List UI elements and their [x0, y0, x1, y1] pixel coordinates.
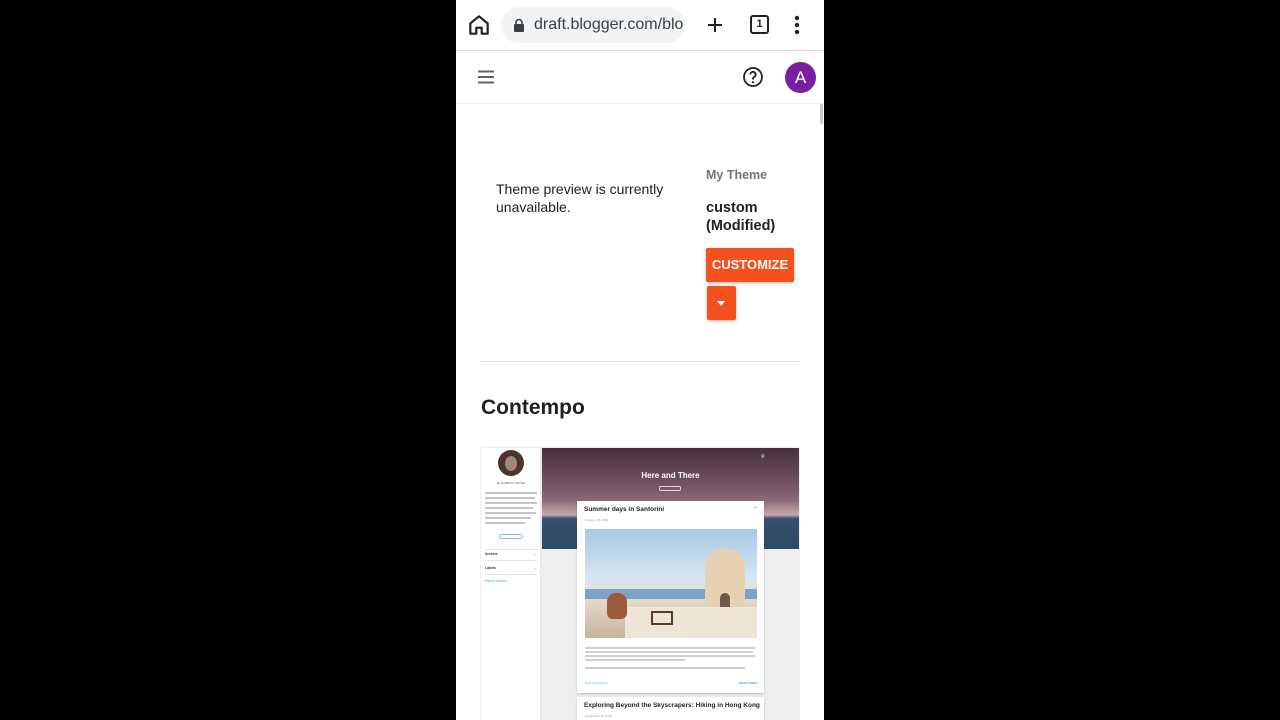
home-button[interactable] [466, 12, 492, 38]
more-vert-icon [794, 15, 800, 35]
scrollbar[interactable] [820, 104, 823, 124]
tab-count: 1 [756, 18, 763, 30]
share-icon: ⋖ [753, 505, 758, 511]
contempo-theme-thumbnail[interactable]: ELIZABETH ROSE Archive ⌄ Labels ⌄ Report… [481, 448, 799, 720]
theme-family-title: Contempo [481, 396, 585, 419]
hamburger-icon [478, 70, 494, 84]
thumbnail-post-image [585, 529, 757, 638]
help-icon [743, 67, 763, 87]
thumbnail-blog-title: Here and There [641, 471, 700, 480]
thumbnail-read-more: READ MORE [739, 681, 758, 685]
home-icon [469, 15, 489, 35]
blogger-header: A [456, 52, 824, 104]
caret-down-icon [717, 301, 725, 306]
current-theme-name: custom (Modified) [706, 200, 776, 234]
thumbnail-sidebar-labels: Labels [485, 566, 497, 570]
account-avatar[interactable]: A [785, 62, 816, 93]
thumbnail-post-card: Summer days in Santorini ⋖ October 18, 2… [577, 501, 764, 693]
thumbnail-report-link: Report Abuse [485, 579, 507, 583]
url-text: draft.blogger.com/blo [534, 16, 684, 33]
thumbnail-visit-profile-pill [499, 534, 523, 539]
nav-menu-button[interactable] [476, 68, 496, 86]
help-button[interactable] [741, 65, 765, 89]
new-tab-button[interactable] [703, 13, 727, 37]
section-divider [481, 361, 799, 362]
thumbnail-author-name: ELIZABETH ROSE [496, 481, 526, 485]
search-icon: ⚲ [761, 454, 765, 460]
share-icon: ⋖ [753, 701, 758, 707]
thumbnail-post-date: September 12, 2016 [585, 714, 613, 718]
theme-preview-message: Theme preview is currently unavailable. [496, 181, 664, 215]
thumbnail-post-title: Summer days in Santorini [584, 506, 665, 513]
address-bar[interactable]: draft.blogger.com/blo [501, 7, 685, 43]
thumbnail-post-date: October 18, 2016 [585, 518, 609, 522]
plus-icon [708, 18, 722, 32]
thumbnail-sidebar: ELIZABETH ROSE Archive ⌄ Labels ⌄ Report… [481, 448, 541, 720]
browser-menu-button[interactable] [787, 13, 807, 37]
lock-icon [514, 18, 524, 32]
theme-options-dropdown-button[interactable] [707, 286, 736, 320]
thumbnail-post-card: Exploring Beyond the Skyscrapers: Hiking… [577, 697, 764, 720]
thumbnail-subscribe-pill [659, 486, 681, 491]
tab-switcher-button[interactable]: 1 [750, 15, 769, 34]
thumbnail-sidebar-archive: Archive [485, 552, 498, 556]
thumbnail-comment-link: Post a Comment [585, 681, 608, 685]
phone-screen: draft.blogger.com/blo 1 A Theme preview … [456, 0, 824, 720]
thumbnail-author-avatar [498, 450, 524, 476]
customize-button[interactable]: CUSTOMIZE [706, 248, 794, 282]
thumbnail-post-title: Exploring Beyond the Skyscrapers: Hiking… [584, 702, 760, 709]
my-theme-label: My Theme [706, 168, 768, 182]
browser-toolbar: draft.blogger.com/blo 1 [456, 0, 824, 51]
